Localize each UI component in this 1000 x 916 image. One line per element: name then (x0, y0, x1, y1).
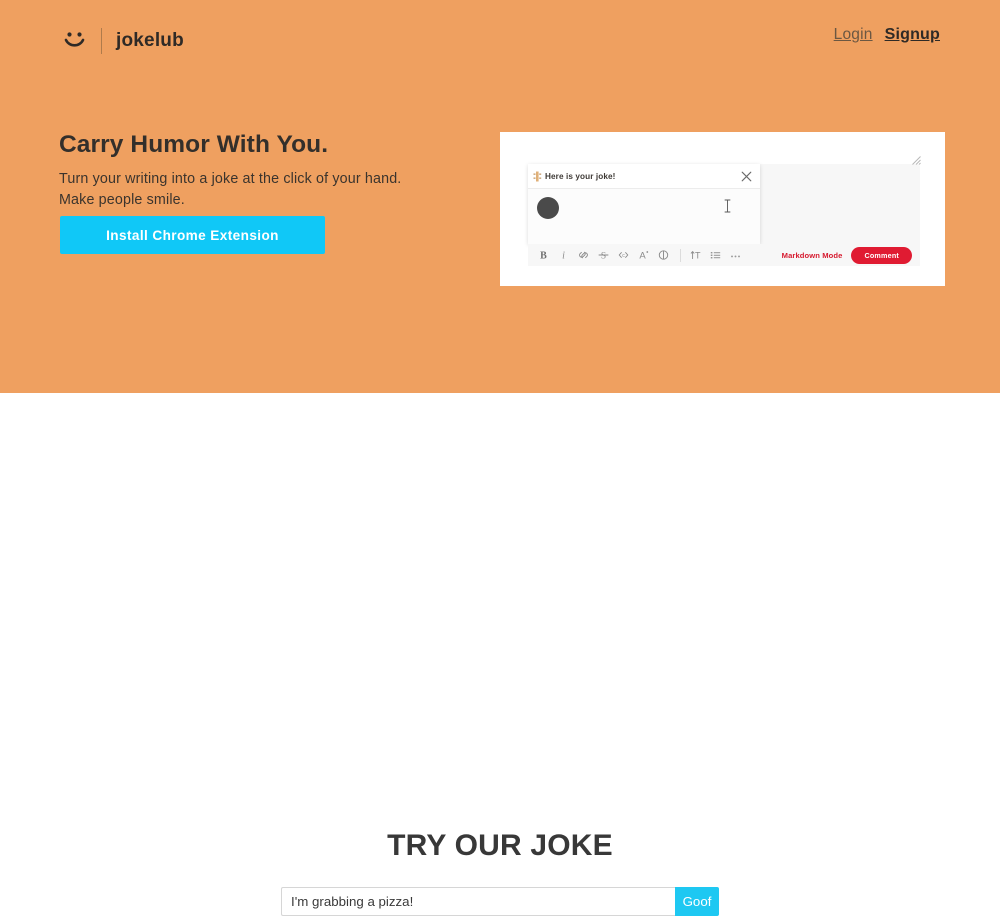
brand-logo[interactable]: jokelub (62, 26, 184, 56)
bold-icon[interactable]: B (538, 249, 549, 261)
info-icon[interactable] (658, 249, 669, 261)
hero-subtitle-line-2: Make people smile. (59, 192, 185, 208)
hero-title: Carry Humor With You. (59, 131, 329, 158)
joke-input[interactable] (281, 887, 675, 916)
brand-name: jokelub (116, 30, 184, 51)
link-icon[interactable] (578, 249, 589, 261)
login-link[interactable]: Login (834, 26, 873, 44)
hero-section: jokelub Login Signup Carry Humor With Yo… (0, 0, 1000, 393)
joke-popup: Here is your joke! (528, 164, 760, 244)
resize-handle-icon[interactable] (912, 156, 921, 165)
try-joke-heading: TRY OUR JOKE (387, 829, 613, 862)
navbar: jokelub Login Signup (0, 0, 1000, 80)
svg-text:i: i (562, 251, 565, 261)
font-size-icon[interactable]: A (638, 249, 649, 261)
text-cursor-icon (724, 199, 731, 213)
comment-button[interactable]: Comment (851, 246, 912, 264)
close-icon[interactable] (741, 171, 752, 182)
editor-toolbar: B i S c A T Markdown Mode Comment (528, 244, 920, 266)
user-avatar (537, 197, 559, 219)
try-joke-form: Goof (281, 887, 719, 916)
signup-link[interactable]: Signup (885, 26, 940, 44)
svg-text:B: B (540, 251, 547, 261)
brand-divider (101, 28, 102, 54)
markdown-mode-toggle[interactable]: Markdown Mode (782, 251, 843, 260)
svg-text:S: S (601, 251, 606, 261)
emoji-badge-icon (533, 171, 542, 181)
hero-copy: Carry Humor With You. Turn your writing … (59, 131, 459, 211)
svg-text:A: A (639, 251, 646, 261)
more-options-icon[interactable] (730, 249, 741, 261)
hero-subtitle-line-1: Turn your writing into a joke at the cli… (59, 171, 402, 187)
heading-icon[interactable]: T (690, 249, 701, 261)
nav-links: Login Signup (834, 26, 940, 44)
bulleted-list-icon[interactable] (710, 249, 721, 261)
toolbar-divider (680, 248, 681, 262)
joke-popup-header: Here is your joke! (528, 164, 760, 189)
code-icon[interactable]: c (618, 249, 629, 261)
joke-popup-body[interactable] (528, 189, 760, 244)
install-chrome-extension-button[interactable]: Install Chrome Extension (60, 216, 325, 254)
product-screenshot: Here is your joke! B i S c A T Markdown … (500, 132, 945, 286)
italic-icon[interactable]: i (558, 249, 569, 261)
svg-text:c: c (622, 253, 625, 259)
strikethrough-icon[interactable]: S (598, 249, 609, 261)
svg-text:T: T (695, 251, 701, 261)
goof-button[interactable]: Goof (675, 887, 719, 916)
smiley-icon (64, 32, 85, 47)
joke-popup-title: Here is your joke! (545, 171, 616, 181)
try-joke-section: TRY OUR JOKE Goof (0, 393, 1000, 916)
